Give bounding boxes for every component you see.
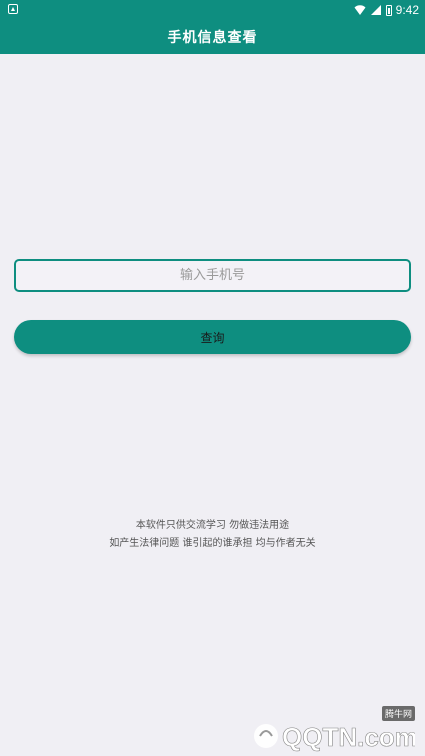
- page-title: 手机信息查看: [167, 30, 258, 46]
- disclaimer-line-1: 本软件只供交流学习 勿做违法用途: [135, 520, 290, 531]
- query-button[interactable]: 查询: [14, 320, 411, 354]
- status-icons: 9:42: [354, 2, 419, 18]
- signal-icon: [370, 5, 381, 15]
- app-bar: 手机信息查看: [0, 20, 425, 54]
- watermark-logo-text: QQTN.com: [282, 722, 415, 752]
- status-time: 9:42: [395, 3, 419, 17]
- disclaimer-line-2: 如产生法律问题 谁引起的谁承担 均与作者无关: [109, 538, 316, 549]
- watermark-logo: QQTN.com 腾牛网: [250, 706, 418, 752]
- battery-icon: [385, 4, 392, 16]
- wifi-icon: [354, 5, 366, 15]
- phone-input[interactable]: [16, 261, 409, 290]
- status-bar: 9:42: [0, 0, 425, 20]
- phone-input-container[interactable]: [14, 259, 411, 292]
- notification-icon: [8, 4, 18, 14]
- watermark-badge: 腾牛网: [381, 706, 415, 721]
- disclaimer: 本软件只供交流学习 勿做违法用途 如产生法律问题 谁引起的谁承担 均与作者无关: [0, 517, 425, 553]
